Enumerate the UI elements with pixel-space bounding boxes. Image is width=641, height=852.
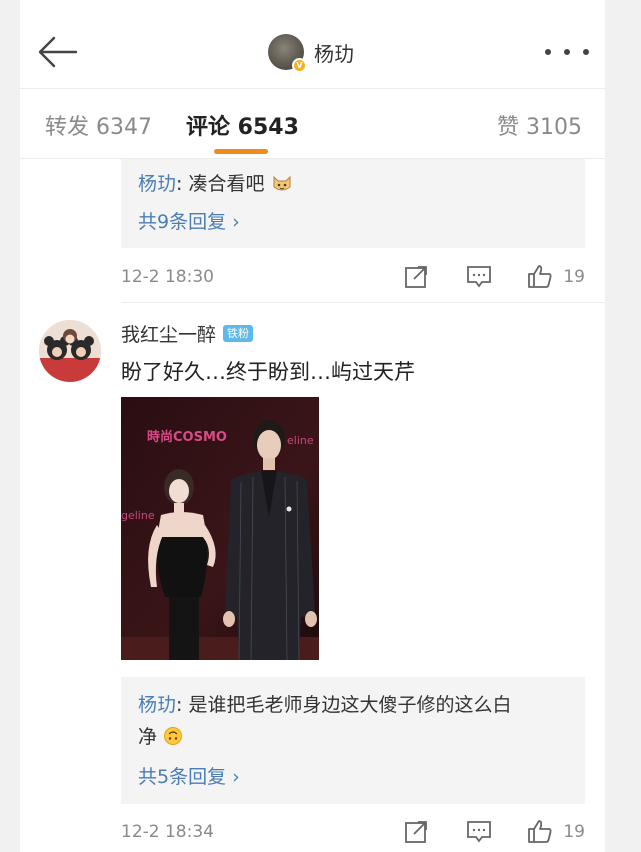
- divider: [121, 302, 605, 303]
- share-icon[interactable]: [404, 818, 430, 844]
- comment-text: 盼了好久…终于盼到…屿过天芹: [121, 360, 415, 384]
- comment-actions: 12-2 18:34 19: [121, 818, 585, 848]
- reply-line: 杨玏: 凑合看吧: [138, 169, 293, 199]
- more-dots-icon: [545, 49, 551, 55]
- like-count: 19: [563, 267, 585, 287]
- cat-face-emoji-icon: [273, 175, 291, 191]
- reply-preview[interactable]: 杨玏: 是谁把毛老师身边这大傻子修的这么白 净 共5条回复 ›: [121, 677, 585, 804]
- red-carpet-photo-image: 時尚COSMO geline eline: [121, 397, 319, 660]
- user-avatar-image: [39, 320, 101, 382]
- like-count: 19: [563, 822, 585, 842]
- username[interactable]: 我红尘一醉: [121, 320, 216, 347]
- avatar[interactable]: V: [268, 34, 307, 73]
- more-options-button[interactable]: [545, 44, 589, 60]
- photo-left-text: geline: [121, 509, 155, 522]
- photo-right-text: eline: [287, 434, 314, 447]
- comment-icon[interactable]: [466, 818, 492, 844]
- reply-author[interactable]: 杨玏: [138, 694, 176, 716]
- back-button[interactable]: [36, 32, 80, 72]
- comment-icon[interactable]: [466, 263, 492, 289]
- comment-actions: 12-2 18:30 19: [121, 263, 585, 293]
- fan-badge: 铁粉: [223, 325, 254, 342]
- more-replies-link[interactable]: 共5条回复 ›: [138, 762, 240, 789]
- comment-author[interactable]: 我红尘一醉 铁粉: [121, 320, 254, 347]
- avatar[interactable]: [39, 320, 101, 382]
- tab-reposts[interactable]: 转发 6347: [45, 109, 152, 141]
- verified-badge-icon: V: [292, 58, 307, 73]
- tab-bar: 转发 6347 评论 6543 赞 3105: [20, 88, 605, 158]
- profile-title[interactable]: V 杨玏: [268, 32, 354, 73]
- arrow-left-icon: [38, 36, 78, 68]
- top-bar: V 杨玏: [20, 0, 605, 88]
- photo-brand-text: 時尚COSMO: [147, 429, 227, 445]
- page-title: 杨玏: [314, 41, 354, 66]
- timestamp: 12-2 18:34: [121, 822, 214, 842]
- tab-comments[interactable]: 评论 6543: [186, 109, 299, 141]
- active-tab-indicator: [214, 149, 268, 154]
- reply-line: 杨玏: 是谁把毛老师身边这大傻子修的这么白: [138, 690, 511, 720]
- reply-preview[interactable]: 杨玏: 凑合看吧 共9条回复 ›: [121, 159, 585, 248]
- thumbs-up-icon[interactable]: [527, 263, 553, 289]
- weibo-comments-screen: V 杨玏 转发 6347 评论 6543 赞 3105 杨玏: 凑合看吧 共9条…: [20, 0, 605, 852]
- thumbs-up-icon[interactable]: [527, 818, 553, 844]
- more-replies-link[interactable]: 共9条回复 ›: [138, 207, 240, 234]
- reply-author[interactable]: 杨玏: [138, 173, 176, 195]
- share-icon[interactable]: [404, 263, 430, 289]
- upside-down-smile-emoji-icon: [164, 727, 183, 745]
- reply-text: : 凑合看吧: [176, 173, 265, 195]
- reply-line: 净: [138, 722, 183, 752]
- comment-photo[interactable]: 時尚COSMO geline eline: [121, 397, 319, 660]
- reply-text: 净: [138, 726, 158, 748]
- tab-likes[interactable]: 赞 3105: [497, 109, 582, 141]
- timestamp: 12-2 18:30: [121, 267, 214, 287]
- reply-text: : 是谁把毛老师身边这大傻子修的这么白: [176, 694, 512, 716]
